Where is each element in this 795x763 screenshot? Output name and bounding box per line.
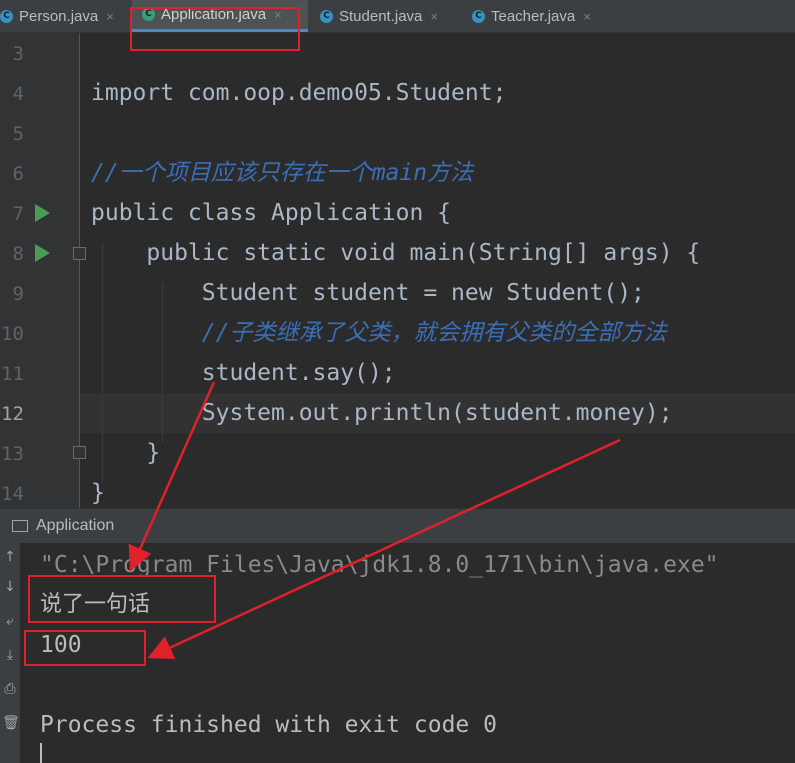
arrow-to-output-2 xyxy=(147,438,621,659)
arrow-to-output-1 xyxy=(128,381,216,572)
annotation-arrows xyxy=(128,381,621,659)
